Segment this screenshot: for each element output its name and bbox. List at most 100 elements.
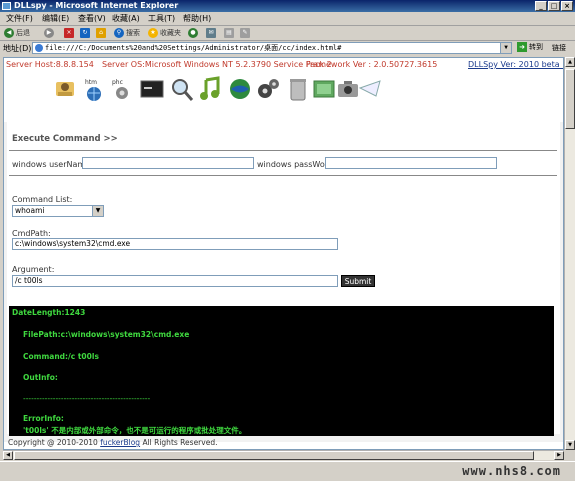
server-os: Server OS:Microsoft Windows NT 5.2.3790 … xyxy=(102,60,332,69)
status-bar: www.nhs8.com xyxy=(0,461,575,481)
scroll-up-arrow-icon[interactable]: ▲ xyxy=(565,57,575,67)
username-label: windows userName: xyxy=(12,160,93,169)
ie-app-icon xyxy=(2,2,11,10)
menu-view[interactable]: 查看(V) xyxy=(78,13,106,24)
page-icon xyxy=(35,44,43,52)
output-error-message: 't00ls' 不是内部或外部命令，也不是可运行的程序或批处理文件。 xyxy=(23,426,247,435)
trash-icon[interactable] xyxy=(286,76,310,102)
server-host: Server Host:8.8.8.154 xyxy=(6,60,94,69)
username-input[interactable] xyxy=(82,157,254,169)
scroll-right-arrow-icon[interactable]: ▶ xyxy=(554,451,564,460)
stop-icon: × xyxy=(64,28,74,38)
stop-button[interactable]: × xyxy=(64,27,74,39)
image-icon[interactable] xyxy=(312,76,336,102)
minimize-button[interactable]: _ xyxy=(535,1,547,11)
back-button[interactable]: ◀ 后退 xyxy=(4,27,30,39)
vertical-scrollbar[interactable]: ▲ ▼ xyxy=(564,57,575,450)
watermark: www.nhs8.com xyxy=(462,464,561,478)
output-errorinfo-label: ErrorInfo: xyxy=(23,414,64,423)
mail-button[interactable]: ✉ xyxy=(206,27,216,39)
menu-edit[interactable]: 编辑(E) xyxy=(42,13,69,24)
media-icon: ● xyxy=(188,28,198,38)
go-arrow-icon: ➜ xyxy=(517,42,527,52)
forward-button[interactable]: ▶ xyxy=(44,27,54,39)
submit-button[interactable]: Submit xyxy=(341,275,375,287)
refresh-button[interactable]: ↻ xyxy=(80,27,90,39)
server-info-header: Server Host:8.8.8.154 Server OS:Microsof… xyxy=(4,58,563,72)
links-button[interactable]: 链接 xyxy=(552,43,566,53)
divider-top xyxy=(9,150,557,151)
horizontal-scrollbar[interactable]: ◀ ▶ xyxy=(3,450,564,460)
search-button[interactable]: ⚲ 搜索 xyxy=(114,27,140,39)
footer-rights: All Rights Reserved. xyxy=(140,438,218,447)
media-button[interactable]: ● xyxy=(188,27,198,39)
world-icon[interactable] xyxy=(228,76,252,102)
footer-blog-link[interactable]: fuckerBlog xyxy=(100,438,140,447)
password-label: windows passWord: xyxy=(257,160,336,169)
gears-icon[interactable] xyxy=(256,76,280,102)
menu-favorites[interactable]: 收藏(A) xyxy=(112,13,140,24)
footer-copyright: Copyright @ 2010-2010 xyxy=(8,438,101,447)
edit-button[interactable]: ✎ xyxy=(240,27,250,39)
menu-bar: 文件(F) 编辑(E) 查看(V) 收藏(A) 工具(T) 帮助(H) xyxy=(0,12,575,26)
home-button[interactable]: ⌂ xyxy=(96,27,106,39)
go-button[interactable]: ➜ 转到 xyxy=(517,42,543,52)
address-value: file:///C:/Documents%20and%20Settings/Ad… xyxy=(45,44,342,52)
search-icon: ⚲ xyxy=(114,28,124,38)
framework-version: Framework Ver : 2.0.50727.3615 xyxy=(306,60,438,69)
star-icon: ★ xyxy=(148,28,158,38)
menu-tools[interactable]: 工具(T) xyxy=(148,13,175,24)
user-icon[interactable] xyxy=(54,76,78,102)
output-file-path: FilePath:c:\windows\system32\cmd.exe xyxy=(23,330,190,339)
scroll-down-arrow-icon[interactable]: ▼ xyxy=(565,440,575,450)
section-title: Execute Command >> xyxy=(12,134,118,144)
scroll-left-arrow-icon[interactable]: ◀ xyxy=(3,451,13,460)
edit-page-icon: ✎ xyxy=(240,28,250,38)
camera-icon[interactable] xyxy=(336,76,360,102)
go-label: 转到 xyxy=(529,43,543,51)
cmdpath-input[interactable]: c:\windows\system32\cmd.exe xyxy=(12,238,338,250)
menu-help[interactable]: 帮助(H) xyxy=(183,13,211,24)
mail-icon[interactable] xyxy=(358,76,382,102)
print-button[interactable]: ▤ xyxy=(224,27,234,39)
divider-middle xyxy=(9,175,557,176)
music-icon[interactable] xyxy=(198,76,222,102)
window-controls: _ □ × xyxy=(535,1,573,11)
favorites-button[interactable]: ★ 收藏夹 xyxy=(148,27,181,39)
horizontal-scroll-thumb[interactable] xyxy=(14,451,534,460)
back-arrow-icon: ◀ xyxy=(4,28,14,38)
address-dropdown-button[interactable]: ▼ xyxy=(500,43,511,53)
back-label: 后退 xyxy=(16,29,30,37)
refresh-icon: ↻ xyxy=(80,28,90,38)
html-icon[interactable]: htm xyxy=(82,76,106,102)
search-icon[interactable] xyxy=(170,76,194,102)
argument-label: Argument: xyxy=(12,265,55,274)
home-icon: ⌂ xyxy=(96,28,106,38)
output-separator: ----------------------------------------… xyxy=(23,394,151,403)
title-bar: DLLspy - Microsoft Internet Explorer _ □… xyxy=(0,0,575,12)
scroll-thumb[interactable] xyxy=(565,69,575,129)
close-button[interactable]: × xyxy=(561,1,573,11)
favorites-label: 收藏夹 xyxy=(160,29,181,37)
command-list-select[interactable]: whoami ▼ xyxy=(12,205,104,217)
address-label: 地址(D) xyxy=(3,44,32,53)
settings-icon[interactable]: phc xyxy=(110,76,134,102)
svg-text:phc: phc xyxy=(112,79,123,86)
command-list-label: Command List: xyxy=(12,195,73,204)
address-input[interactable]: file:///C:/Documents%20and%20Settings/Ad… xyxy=(32,42,512,54)
dllspy-version-link[interactable]: DLLSpy Ver: 2010 beta 1.0 xyxy=(468,58,563,72)
toolbar: ◀ 后退 ▶ × ↻ ⌂ ⚲ 搜索 ★ 收藏夹 ● ✉ ▤ ✎ xyxy=(0,26,575,41)
argument-input[interactable]: /c t00ls xyxy=(12,275,338,287)
svg-text:htm: htm xyxy=(85,79,97,86)
forward-arrow-icon: ▶ xyxy=(44,28,54,38)
terminal-icon[interactable] xyxy=(140,76,164,102)
menu-file[interactable]: 文件(F) xyxy=(6,13,33,24)
command-list-value: whoami xyxy=(15,206,45,215)
address-bar: 地址(D) file:///C:/Documents%20and%20Setti… xyxy=(0,41,575,55)
mail-toolbar-icon: ✉ xyxy=(206,28,216,38)
maximize-button[interactable]: □ xyxy=(548,1,560,11)
password-input[interactable] xyxy=(325,157,497,169)
chevron-down-icon: ▼ xyxy=(92,206,103,216)
footer: Copyright @ 2010-2010 fuckerBlog All Rig… xyxy=(8,438,217,447)
search-label: 搜索 xyxy=(126,29,140,37)
